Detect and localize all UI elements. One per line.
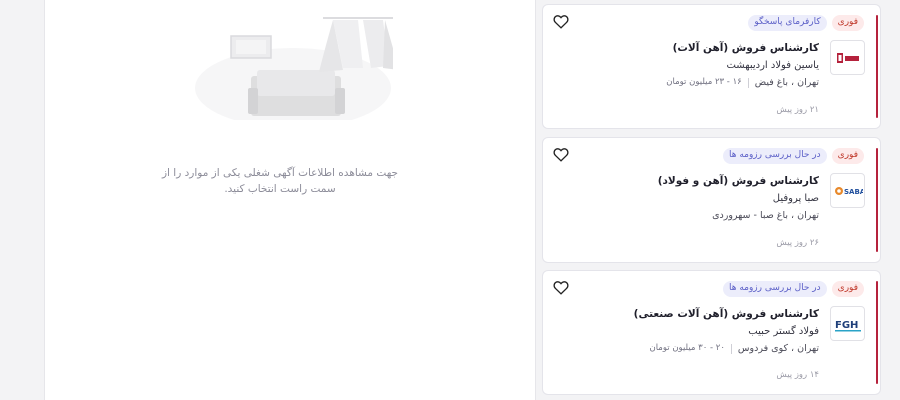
- job-salary: ۱۶ - ۲۳ میلیون تومان: [666, 77, 742, 87]
- selected-accent-bar: [876, 148, 878, 252]
- company-name: یاسین فولاد اردیبهشت: [726, 60, 819, 71]
- company-logo[interactable]: SABA: [830, 173, 865, 208]
- urgent-badge: فوری: [831, 15, 864, 31]
- urgent-badge: فوری: [831, 281, 864, 297]
- heart-icon[interactable]: [553, 147, 569, 162]
- job-meta: تهران ، باغ فیض ۱۶ - ۲۳ میلیون تومان: [569, 74, 819, 91]
- status-badge: در حال بررسی رزومه ها: [722, 281, 827, 297]
- selected-accent-bar: [876, 15, 878, 118]
- job-info: کارشناس فروش (آهن آلات) یاسین فولاد اردی…: [569, 39, 819, 91]
- status-badge: کارفرمای پاسخگو: [748, 15, 827, 31]
- job-location: تهران ، باغ فیض: [754, 77, 819, 88]
- meta-divider: [730, 343, 732, 354]
- empty-state-message: جهت مشاهده اطلاعات آگهی شغلی یکی از موار…: [161, 167, 399, 195]
- job-meta: تهران ، باغ صبا - سهروردی: [569, 207, 819, 224]
- badge-group: فوری در حال بررسی رزومه ها: [722, 281, 864, 297]
- job-card[interactable]: فوری در حال بررسی رزومه ها FGH کارشناس ف…: [542, 270, 881, 395]
- job-card[interactable]: فوری کارفرمای پاسخگو کارشناس فروش (آهن آ…: [542, 4, 881, 129]
- saba-logo-text: SABA: [844, 188, 863, 196]
- badge-group: فوری کارفرمای پاسخگو: [748, 15, 864, 31]
- yasin-steel-logo-icon: [836, 52, 859, 63]
- job-list: فوری کارفرمای پاسخگو کارشناس فروش (آهن آ…: [542, 0, 881, 400]
- job-title[interactable]: کارشناس فروش (آهن و فولاد): [569, 172, 819, 190]
- job-location: تهران ، کوی فردوس: [737, 343, 819, 354]
- status-badge: در حال بررسی رزومه ها: [722, 148, 827, 164]
- saba-logo-icon: SABA: [834, 186, 863, 196]
- job-title[interactable]: کارشناس فروش (آهن آلات): [569, 39, 819, 57]
- job-card[interactable]: فوری در حال بررسی رزومه ها SABA کارشناس …: [542, 137, 881, 263]
- posted-time: ۱۴ روز پیش: [776, 370, 819, 380]
- fgh-logo-icon: FGH: [834, 320, 861, 331]
- job-detail-panel: جهت مشاهده اطلاعات آگهی شغلی یکی از موار…: [44, 0, 536, 400]
- badge-group: فوری در حال بررسی رزومه ها: [722, 148, 864, 164]
- job-salary: ۲۰ - ۳۰ میلیون تومان: [649, 343, 725, 353]
- posted-time: ۲۱ روز پیش: [776, 105, 819, 115]
- heart-icon[interactable]: [553, 280, 569, 295]
- heart-icon[interactable]: [553, 14, 569, 29]
- job-info: کارشناس فروش (آهن آلات صنعتی) فولاد گستر…: [569, 305, 819, 357]
- job-location: تهران ، باغ صبا - سهروردی: [712, 210, 819, 221]
- job-meta: تهران ، کوی فردوس ۲۰ - ۳۰ میلیون تومان: [569, 340, 819, 357]
- posted-time: ۲۶ روز پیش: [776, 238, 819, 248]
- selected-accent-bar: [876, 281, 878, 384]
- company-logo[interactable]: FGH: [830, 306, 865, 341]
- fgh-logo-text: FGH: [835, 320, 858, 331]
- job-title[interactable]: کارشناس فروش (آهن آلات صنعتی): [569, 305, 819, 323]
- meta-divider: [747, 77, 749, 88]
- company-name: فولاد گستر حبیب: [748, 326, 819, 337]
- company-logo[interactable]: [830, 40, 865, 75]
- urgent-badge: فوری: [831, 148, 864, 164]
- job-info: کارشناس فروش (آهن و فولاد) صبا پروفیل ته…: [569, 172, 819, 224]
- empty-room-illustration: [195, 17, 393, 120]
- company-name: صبا پروفیل: [772, 193, 819, 204]
